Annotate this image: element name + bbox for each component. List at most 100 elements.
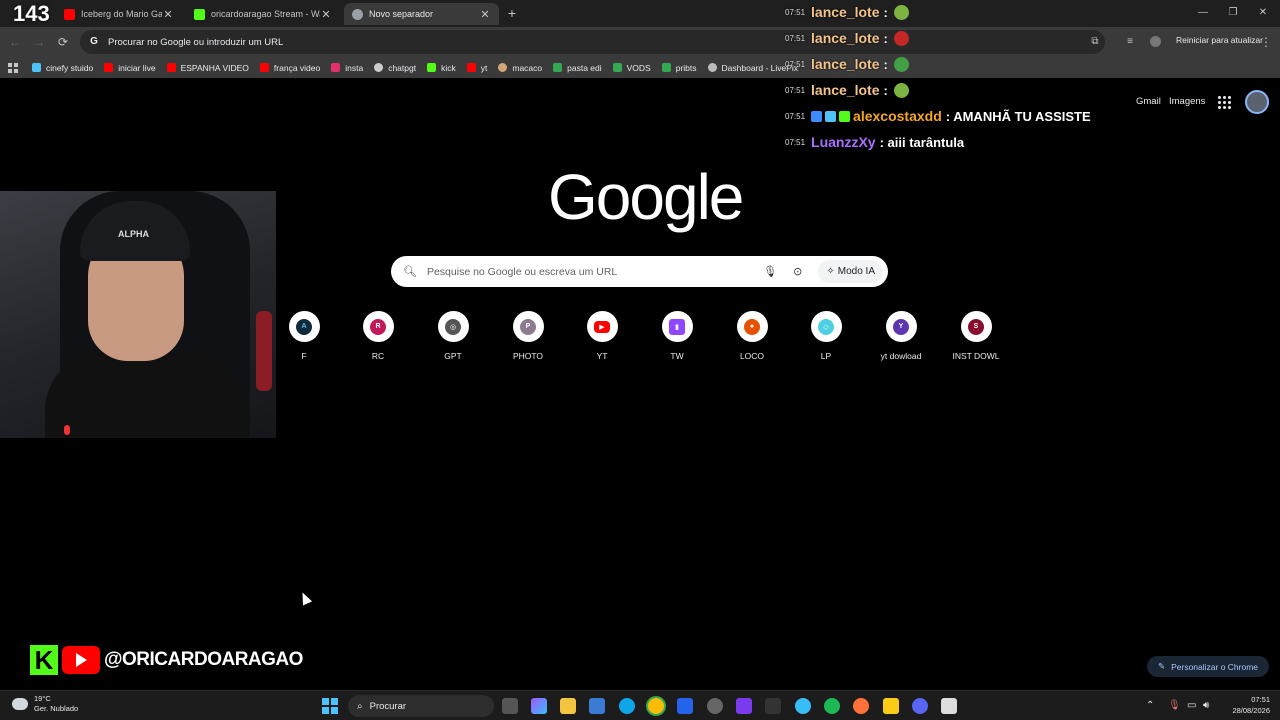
close-tab-icon[interactable]: ✕: [479, 8, 491, 21]
chat-time: 07:51: [785, 85, 806, 95]
extensions-icon[interactable]: ⧉: [1086, 33, 1104, 51]
bookmark[interactable]: VODS: [612, 63, 651, 73]
close-window-button[interactable]: ✕: [1248, 4, 1278, 22]
start-button[interactable]: [322, 698, 338, 714]
back-button[interactable]: ←: [6, 33, 24, 51]
capcut-icon[interactable]: [765, 698, 781, 714]
ai-mode-button[interactable]: ✧ Modo IA: [818, 260, 883, 283]
shortcut-label: INST DOWL: [952, 351, 1000, 361]
restart-to-update-button[interactable]: Reiniciar para atualizar: [1176, 35, 1263, 45]
snipping-tool-icon[interactable]: [941, 698, 957, 714]
shortcut-tile[interactable]: ◇ LP: [796, 311, 856, 361]
shortcut-tile[interactable]: R RC: [348, 311, 408, 361]
tab-kick-stream[interactable]: oricardoaragao Stream - Watch ✕: [186, 3, 340, 25]
profile-avatar-small[interactable]: [1146, 33, 1164, 51]
chat-text: :: [883, 56, 888, 72]
shortcut-tile[interactable]: ● LOCO: [722, 311, 782, 361]
edge-icon[interactable]: [619, 698, 635, 714]
copilot-icon[interactable]: [531, 698, 547, 714]
shortcut-tile[interactable]: Y yt dowload: [871, 311, 931, 361]
google-drive-icon: [661, 63, 671, 72]
youtube-icon: [259, 63, 269, 72]
microphone-tray-icon[interactable]: 🎙︎: [1168, 700, 1181, 711]
file-explorer-icon[interactable]: [560, 698, 576, 714]
address-bar-placeholder: Procurar no Google ou introduzir um URL: [108, 36, 284, 48]
customize-chrome-label: Personalizar o Chrome: [1171, 661, 1259, 672]
firefox-icon[interactable]: [853, 698, 869, 714]
microsoft-store-icon[interactable]: [589, 698, 605, 714]
livepix-icon: [707, 63, 717, 72]
shortcut-tile[interactable]: ▶ YT: [572, 311, 632, 361]
chat-time: 07:51: [785, 137, 806, 147]
weather-widget[interactable]: 19°C Ger. Nublado: [12, 694, 78, 714]
bookmark[interactable]: yt: [466, 63, 487, 73]
shortcut-icon: A: [296, 318, 312, 335]
bookmark[interactable]: chatpgt: [374, 63, 416, 73]
taskbar-search[interactable]: ⌕ Procurar: [348, 695, 494, 717]
kick-favicon-icon: [194, 8, 205, 20]
reload-button[interactable]: ⟳: [54, 33, 72, 51]
shortcut-tile[interactable]: ▮ TW: [647, 311, 707, 361]
shortcut-tile[interactable]: ◎ GPT: [423, 311, 483, 361]
tab-iceberg[interactable]: Iceberg do Mario Games de ✕: [56, 3, 182, 25]
chat-text: : AMANHÃ TU ASSISTE: [945, 108, 1091, 124]
cap-logo: ALPHA: [118, 229, 149, 239]
pencil-icon: ✎: [1157, 661, 1166, 671]
bookmark[interactable]: frança video: [259, 63, 320, 73]
google-apps-icon[interactable]: [1218, 96, 1231, 109]
shortcut-tile[interactable]: S INST DOWL: [946, 311, 1006, 361]
shortcut-label: YT: [596, 351, 608, 361]
new-tab-button[interactable]: +: [504, 4, 520, 22]
task-view-icon[interactable]: [502, 698, 518, 714]
maximize-button[interactable]: ❐: [1218, 4, 1248, 22]
shortcut-label: LOCO: [739, 351, 765, 361]
tab-new-tab[interactable]: Novo separador ✕: [344, 3, 499, 25]
apps-grid-icon[interactable]: [8, 62, 18, 73]
images-link[interactable]: Imagens: [1169, 96, 1205, 107]
close-tab-icon[interactable]: ✕: [320, 8, 332, 21]
shortcut-tile[interactable]: P PHOTO: [498, 311, 558, 361]
microphone-icon[interactable]: 🎙︎: [763, 265, 777, 278]
google-search-box[interactable]: 🔍︎ Pesquise no Google ou escreva um URL …: [391, 256, 888, 287]
warning-icon[interactable]: [883, 698, 899, 714]
telegram-icon[interactable]: [795, 698, 811, 714]
mouse-cursor-icon: [297, 590, 313, 606]
settings-icon[interactable]: [707, 698, 723, 714]
customize-chrome-button[interactable]: ✎ Personalizar o Chrome: [1147, 656, 1269, 677]
minimize-button[interactable]: —: [1188, 4, 1218, 22]
chrome-icon[interactable]: [648, 698, 664, 714]
bookmark[interactable]: iniciar live: [104, 63, 156, 73]
shortcut-label: PHOTO: [512, 351, 544, 361]
media-controls-icon[interactable]: ≡: [1121, 33, 1139, 51]
network-icon[interactable]: ▭: [1187, 700, 1196, 711]
spotify-icon[interactable]: [824, 698, 840, 714]
close-tab-icon[interactable]: ✕: [162, 8, 174, 21]
google-lens-icon[interactable]: ⊙: [793, 265, 802, 278]
search-input[interactable]: Pesquise no Google ou escreva um URL: [427, 266, 763, 278]
tray-overflow-icon[interactable]: ⌃: [1146, 700, 1154, 711]
gmail-link[interactable]: Gmail: [1136, 96, 1161, 107]
chat-message: 07:51 LuanzzXy : aiii tarântula: [785, 132, 964, 152]
bookmark-label: chatpgt: [388, 62, 417, 73]
mail-icon[interactable]: [677, 698, 693, 714]
shortcut-tile[interactable]: A F: [274, 311, 334, 361]
bookmark[interactable]: ESPANHA VIDEO: [166, 63, 249, 73]
forward-button[interactable]: →: [30, 33, 48, 51]
discord-icon[interactable]: [912, 698, 928, 714]
address-bar[interactable]: G Procurar no Google ou introduzir um UR…: [80, 30, 1105, 54]
account-avatar[interactable]: [1245, 90, 1269, 114]
youtube-logo-icon: [62, 646, 100, 674]
bookmark[interactable]: pribts: [661, 63, 697, 73]
taskbar-clock[interactable]: 07:51 28/08/2026: [1228, 694, 1270, 716]
chrome-menu-icon[interactable]: ⋮: [1257, 33, 1275, 51]
chat-time: 07:51: [785, 33, 806, 43]
bookmark[interactable]: pasta edi: [553, 63, 602, 73]
bookmark[interactable]: kick: [427, 63, 456, 73]
volume-icon[interactable]: 🔊︎: [1203, 700, 1209, 711]
bookmark-label: insta: [345, 62, 364, 73]
bookmark[interactable]: cinefy stuido: [32, 63, 93, 73]
bookmark[interactable]: insta: [331, 63, 363, 73]
ide-icon[interactable]: [736, 698, 752, 714]
chat-time: 07:51: [785, 59, 806, 69]
bookmark[interactable]: macaco: [498, 63, 542, 73]
